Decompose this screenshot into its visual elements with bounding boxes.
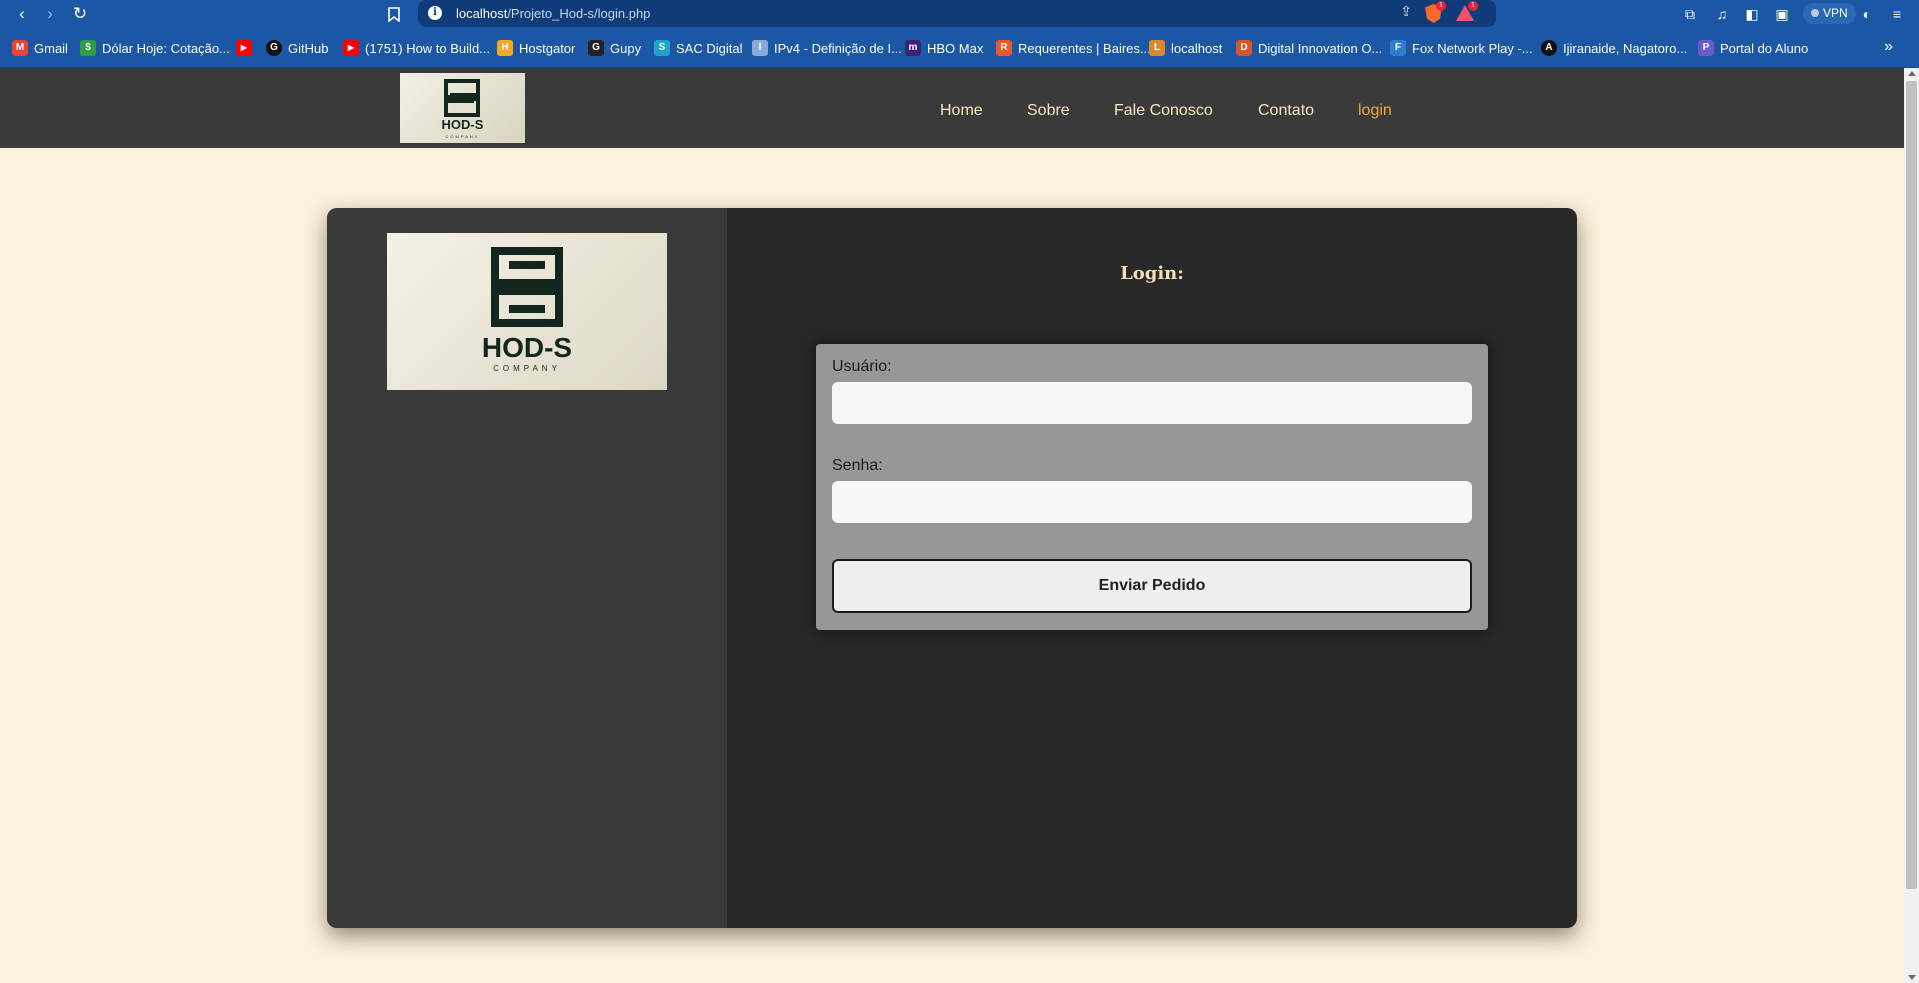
youtube-icon: ▶ bbox=[236, 40, 252, 56]
forward-icon[interactable]: › bbox=[38, 2, 62, 26]
svg-text:HOD-S: HOD-S bbox=[442, 117, 484, 132]
scroll-thumb[interactable] bbox=[1906, 81, 1917, 889]
bookmark-item[interactable]: ▶ (1751) How to Build... bbox=[343, 38, 490, 58]
bookmark-label: Gmail bbox=[34, 40, 68, 56]
back-icon[interactable]: ‹ bbox=[10, 2, 34, 26]
password-label: Senha: bbox=[832, 457, 883, 474]
more-bookmarks-icon[interactable]: » bbox=[1884, 38, 1893, 56]
localhost-icon: L bbox=[1149, 40, 1165, 56]
share-icon[interactable]: ⇪ bbox=[1400, 3, 1412, 20]
gupy-icon: G bbox=[588, 40, 604, 56]
sac-digital-icon: S bbox=[654, 40, 670, 56]
bookmark-label: Portal do Aluno bbox=[1720, 40, 1809, 56]
card-sidebar: HOD-S COMPANY bbox=[327, 208, 727, 928]
nav-home[interactable]: Home bbox=[940, 102, 983, 120]
ipv4-icon: I bbox=[752, 40, 768, 56]
bookmarks-bar: M Gmail $ Dólar Hoje: Cotação... ▶ G GitHub… bbox=[0, 28, 1919, 68]
wallet-icon[interactable]: ▣ bbox=[1772, 4, 1792, 24]
bookmark-item[interactable]: G GitHub bbox=[266, 38, 328, 58]
bookmark-label: localhost bbox=[1171, 40, 1223, 56]
bookmark-item[interactable]: Llocalhost bbox=[1149, 38, 1222, 58]
page-scrollbar[interactable] bbox=[1904, 68, 1919, 983]
anime-icon: A bbox=[1541, 40, 1557, 56]
bookmark-item[interactable]: I IPv4 - Definição de I... bbox=[752, 38, 902, 58]
nav-contato[interactable]: Contato bbox=[1258, 102, 1314, 120]
media-icon[interactable]: ♫ bbox=[1712, 4, 1732, 24]
dollar-icon: $ bbox=[80, 40, 96, 56]
bookmark-item[interactable]: H Hostgator bbox=[497, 38, 575, 58]
bookmark-label: Dólar Hoje: Cotação... bbox=[102, 40, 230, 56]
scroll-up-icon[interactable] bbox=[1908, 71, 1916, 76]
browser-toolbar: ‹ › ↻ i localhost/Projeto_Hod-s/login.ph… bbox=[0, 0, 1919, 28]
scroll-down-icon[interactable] bbox=[1908, 975, 1916, 980]
bookmark-label: Digital Innovation O... bbox=[1258, 40, 1383, 56]
svg-text:COMPANY: COMPANY bbox=[493, 364, 561, 373]
menu-icon[interactable]: ≡ bbox=[1887, 4, 1907, 24]
extensions-icon[interactable]: ⧉ bbox=[1680, 4, 1700, 24]
bookmark-item[interactable]: G Gupy bbox=[588, 38, 641, 58]
requerentes-icon: R bbox=[996, 40, 1012, 56]
url-path: /Projeto_Hod-s/login.php bbox=[507, 6, 651, 21]
site-info-icon[interactable]: i bbox=[428, 6, 442, 20]
username-label: Usuário: bbox=[832, 358, 892, 375]
bookmark-item[interactable]: ▶ bbox=[236, 38, 258, 58]
login-form: Usuário: Senha: Enviar Pedido bbox=[816, 344, 1488, 630]
bookmark-label: GitHub bbox=[288, 40, 329, 56]
shields-badge: 1 bbox=[1436, 1, 1446, 11]
fox-play-icon: F bbox=[1390, 40, 1406, 56]
portal-icon: P bbox=[1698, 40, 1714, 56]
bookmark-label: SAC Digital bbox=[676, 40, 743, 56]
svg-text:COMPANY: COMPANY bbox=[446, 134, 480, 139]
site-header: HOD-S COMPANY Home Sobre Fale Conosco Co… bbox=[0, 68, 1904, 148]
bookmark-item[interactable]: S SAC Digital bbox=[654, 38, 742, 58]
nav-login[interactable]: login bbox=[1358, 102, 1392, 120]
bookmark-item[interactable]: D Digital Innovation O... bbox=[1236, 38, 1382, 58]
bookmark-label: Hostgator bbox=[519, 40, 576, 56]
leo-ai-icon[interactable]: ◐ bbox=[1857, 4, 1877, 24]
youtube-icon: ▶ bbox=[343, 40, 359, 56]
nav-sobre[interactable]: Sobre bbox=[1027, 102, 1070, 120]
bookmark-label: (1751) How to Build... bbox=[365, 40, 491, 56]
github-icon: G bbox=[266, 40, 282, 56]
address-bar[interactable]: i localhost/Projeto_Hod-s/login.php ⇪ 1 … bbox=[418, 0, 1496, 27]
bookmark-item[interactable]: m HBO Max bbox=[905, 38, 983, 58]
bookmark-label: Gupy bbox=[610, 40, 642, 56]
bookmark-label: Requerentes | Baires... bbox=[1018, 40, 1151, 56]
header-logo[interactable]: HOD-S COMPANY bbox=[400, 73, 525, 143]
sidebar-icon[interactable]: ◧ bbox=[1742, 4, 1762, 24]
submit-button[interactable]: Enviar Pedido bbox=[832, 559, 1472, 613]
url-text[interactable]: localhost/Projeto_Hod-s/login.php bbox=[456, 6, 650, 21]
hbo-max-icon: m bbox=[905, 40, 921, 56]
reload-icon[interactable]: ↻ bbox=[68, 2, 92, 26]
bookmark-label: HBO Max bbox=[927, 40, 984, 56]
bookmark-item[interactable]: M Gmail bbox=[12, 38, 68, 58]
bookmark-label: Fox Network Play -... bbox=[1412, 40, 1533, 56]
bookmark-item[interactable]: $ Dólar Hoje: Cotação... bbox=[80, 38, 230, 58]
bookmark-label: Ijiranaide, Nagatoro... bbox=[1563, 40, 1688, 56]
company-logo: HOD-S COMPANY bbox=[387, 233, 667, 390]
bookmark-item[interactable]: F Fox Network Play -... bbox=[1390, 38, 1533, 58]
bookmark-label: IPv4 - Definição de I... bbox=[774, 40, 902, 56]
hostgator-icon: H bbox=[497, 40, 513, 56]
vpn-button[interactable]: VPN bbox=[1803, 3, 1856, 24]
vpn-status-icon bbox=[1811, 9, 1819, 17]
dio-icon: D bbox=[1236, 40, 1252, 56]
bookmark-item[interactable]: P Portal do Aluno bbox=[1698, 38, 1808, 58]
login-card: HOD-S COMPANY Login: Usuário: Senha: Env… bbox=[327, 208, 1577, 928]
username-input[interactable] bbox=[832, 382, 1472, 424]
svg-text:HOD-S: HOD-S bbox=[482, 332, 572, 363]
rewards-badge: 1 bbox=[1468, 1, 1478, 11]
bookmark-item[interactable]: R Requerentes | Baires... bbox=[996, 38, 1151, 58]
vpn-label: VPN bbox=[1823, 6, 1848, 20]
login-title: Login: bbox=[1120, 263, 1184, 284]
nav-fale-conosco[interactable]: Fale Conosco bbox=[1114, 102, 1213, 120]
bookmark-page-icon[interactable] bbox=[382, 2, 406, 26]
bookmark-item[interactable]: A Ijiranaide, Nagatoro... bbox=[1541, 38, 1687, 58]
password-input[interactable] bbox=[832, 481, 1472, 523]
gmail-icon: M bbox=[12, 40, 28, 56]
url-host: localhost bbox=[456, 6, 508, 21]
